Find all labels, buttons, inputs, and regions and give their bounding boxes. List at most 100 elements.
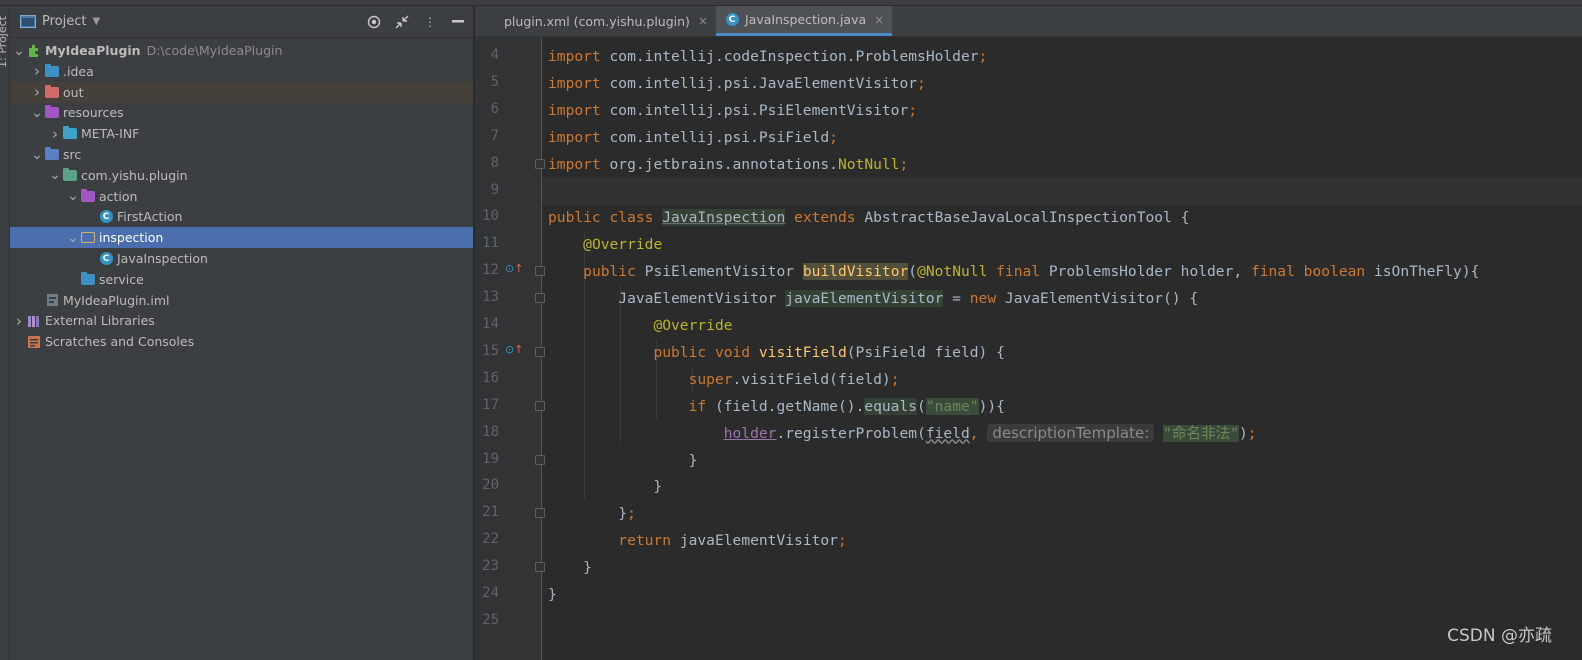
tree-item[interactable]: service: [10, 269, 473, 290]
code-line[interactable]: return javaElementVisitor;: [548, 527, 846, 554]
code-line[interactable]: import com.intellij.psi.JavaElementVisit…: [548, 70, 926, 97]
code-line[interactable]: super.visitField(field);: [548, 366, 900, 393]
line-number: 22: [482, 531, 499, 548]
project-tool-window-button[interactable]: 1: Project: [0, 16, 9, 68]
iml-file-icon: [44, 293, 60, 307]
code-token: ;: [627, 505, 636, 523]
code-line[interactable]: if (field.getName().equals("name")){: [548, 393, 1005, 420]
tree-item[interactable]: › out: [10, 81, 473, 103]
code-token: public void: [653, 343, 759, 361]
fold-marker-icon[interactable]: [535, 158, 545, 169]
tab-label: JavaInspection.java: [745, 12, 867, 27]
collapsed-arrow-icon[interactable]: ›: [48, 125, 62, 143]
editor-tab[interactable]: C JavaInspection.java ×: [716, 6, 893, 36]
editor-gutter: 4 5 6 7 8 9 10 11 12 ⊙↑ 13 14 15 ⊙↑ 16 17 18 19 20 21 22 23 24…: [475, 37, 545, 660]
tree-item[interactable]: ⌄ com.yishu.plugin: [10, 165, 473, 186]
tree-item[interactable]: C FirstAction: [10, 206, 473, 227]
code-area[interactable]: import com.intellij.codeInspection.Probl…: [548, 37, 1582, 660]
expanded-arrow-icon[interactable]: ⌄: [30, 106, 44, 120]
line-number: 24: [482, 585, 499, 601]
tree-item-label: META-INF: [81, 126, 140, 142]
tree-item[interactable]: ⌄ resources: [10, 102, 473, 123]
code-line[interactable]: }: [548, 447, 698, 474]
code-line[interactable]: holder.registerProblem(field, descriptio…: [548, 420, 1257, 447]
fold-marker-icon[interactable]: [535, 562, 545, 573]
collapsed-arrow-icon[interactable]: ›: [12, 312, 26, 330]
code-line[interactable]: @Override: [548, 312, 732, 339]
code-token: javaElementVisitor: [785, 290, 944, 308]
tree-item[interactable]: › External Libraries: [10, 310, 473, 331]
tree-item[interactable]: ⌄ action: [10, 186, 473, 207]
fold-marker-icon[interactable]: [535, 454, 545, 465]
code-line[interactable]: JavaElementVisitor javaElementVisitor = …: [548, 285, 1198, 312]
editor-tab-bar: plugin.xml (com.yishu.plugin) × C JavaInspe…: [475, 6, 1582, 37]
chevron-down-icon[interactable]: ▼: [92, 16, 100, 27]
code-token: (: [908, 263, 918, 281]
collapsed-arrow-icon[interactable]: ›: [30, 62, 44, 80]
tree-item[interactable]: C JavaInspection: [10, 248, 473, 269]
tree-item[interactable]: ⌄ src: [10, 144, 473, 165]
tree-item[interactable]: › META-INF: [10, 123, 473, 144]
code-token: }: [548, 451, 698, 469]
expanded-arrow-icon[interactable]: ⌄: [12, 44, 26, 58]
close-tab-icon[interactable]: ×: [874, 13, 884, 27]
expanded-arrow-icon[interactable]: ⌄: [48, 168, 62, 182]
line-number: 18: [482, 423, 499, 440]
tree-item-label: src: [63, 147, 82, 162]
editor-tab[interactable]: plugin.xml (com.yishu.plugin) ×: [475, 6, 716, 36]
code-line[interactable]: import com.intellij.psi.PsiField;: [548, 124, 838, 151]
code-token: return: [618, 532, 680, 550]
collapsed-arrow-icon[interactable]: ›: [30, 83, 44, 101]
code-line[interactable]: public void visitField(PsiField field) {: [548, 339, 1005, 366]
fold-marker-icon[interactable]: [535, 293, 545, 304]
fold-marker-icon[interactable]: [535, 400, 545, 411]
tree-item-label: action: [99, 188, 138, 204]
tree-item-label: External Libraries: [45, 313, 155, 329]
code-token: ProblemsHolder holder,: [1048, 263, 1251, 281]
collapse-all-icon[interactable]: [395, 15, 409, 29]
tree-item[interactable]: ⌄ MyIdeaPlugin D:\code\MyIdeaPlugin: [10, 40, 473, 61]
project-folder-icon: [20, 15, 36, 28]
tree-item-label: com.yishu.plugin: [81, 167, 188, 183]
project-view-selector[interactable]: Project: [42, 14, 86, 29]
expanded-arrow-icon[interactable]: ⌄: [66, 189, 80, 203]
tree-item[interactable]: ⌄ inspection: [10, 227, 473, 249]
code-line[interactable]: import com.intellij.psi.PsiElementVisito…: [548, 97, 917, 124]
tree-item[interactable]: › .idea: [10, 61, 473, 82]
fold-marker-icon[interactable]: [535, 266, 545, 277]
code-line[interactable]: }: [548, 581, 557, 608]
folder-idea-icon: [44, 63, 60, 78]
code-token: }: [548, 478, 663, 496]
expanded-arrow-icon[interactable]: ⌄: [30, 148, 44, 162]
more-options-icon[interactable]: ⋮: [423, 15, 437, 29]
code-editor[interactable]: 4 5 6 7 8 9 10 11 12 ⊙↑ 13 14 15 ⊙↑ 16 17 18 19 20 21 22 23 24…: [475, 37, 1582, 660]
code-line[interactable]: }: [548, 473, 662, 500]
code-line[interactable]: @Override: [548, 231, 662, 258]
hide-panel-icon[interactable]: [451, 15, 465, 29]
tree-item[interactable]: MyIdeaPlugin.iml: [10, 290, 473, 311]
code-line[interactable]: import com.intellij.codeInspection.Probl…: [548, 43, 987, 70]
close-tab-icon[interactable]: ×: [698, 14, 708, 28]
override-method-icon[interactable]: ⊙↑: [505, 262, 523, 275]
code-token: ;: [917, 74, 926, 92]
code-token: (PsiField field) {: [846, 343, 1005, 361]
fold-marker-icon[interactable]: [535, 508, 545, 519]
locate-target-icon[interactable]: [367, 15, 381, 29]
override-method-icon[interactable]: ⊙↑: [505, 343, 523, 356]
code-line[interactable]: }: [548, 554, 592, 581]
code-line[interactable]: public PsiElementVisitor buildVisitor(@N…: [548, 258, 1479, 285]
tree-item[interactable]: Scratches and Consoles: [10, 331, 473, 352]
expanded-arrow-icon[interactable]: ⌄: [66, 231, 80, 245]
line-number: 14: [482, 316, 499, 332]
fold-marker-icon[interactable]: [535, 346, 545, 357]
code-token: import: [548, 128, 610, 146]
code-token: org.jetbrains.annotations.: [609, 155, 838, 173]
code-line[interactable]: import org.jetbrains.annotations.NotNull…: [548, 151, 908, 178]
code-token: ;: [978, 48, 988, 65]
code-line[interactable]: };: [548, 500, 636, 527]
tree-item-label: service: [99, 271, 144, 287]
code-line[interactable]: public class JavaInspection extends Abst…: [548, 204, 1189, 231]
